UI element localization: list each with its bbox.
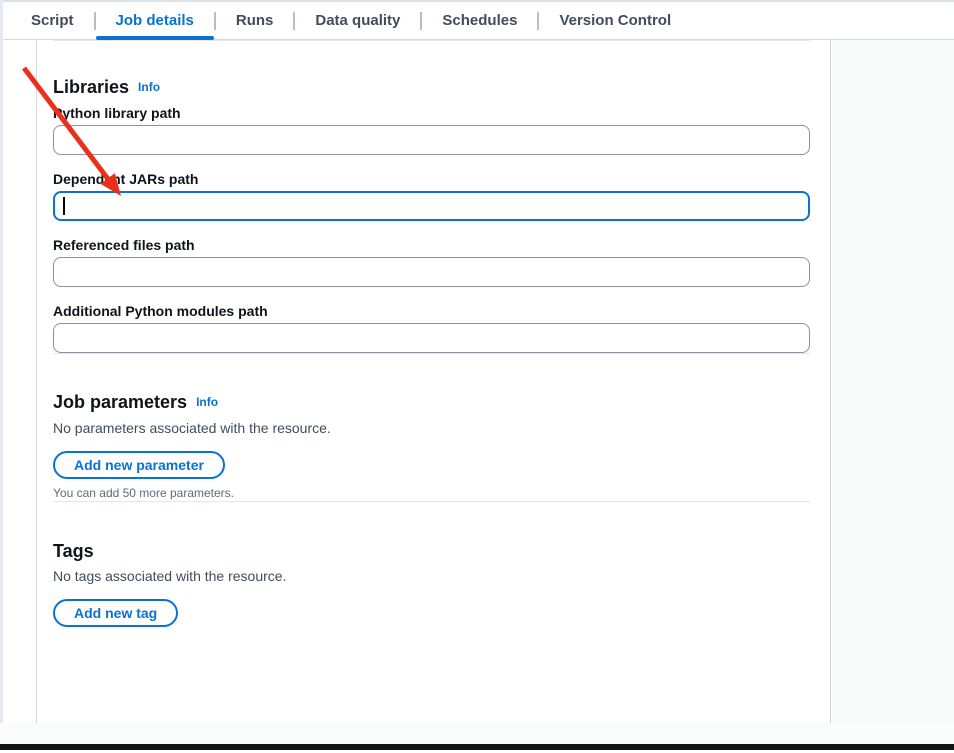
section-divider bbox=[53, 501, 810, 502]
tab-job-details[interactable]: Job details bbox=[96, 2, 214, 39]
job-tabs: Script Job details Runs Data quality Sch… bbox=[3, 2, 954, 40]
tab-data-quality[interactable]: Data quality bbox=[295, 2, 420, 39]
job-parameters-heading: Job parameters Info bbox=[53, 391, 810, 413]
additional-python-modules-path-label: Additional Python modules path bbox=[53, 302, 810, 320]
libraries-heading: Libraries Info bbox=[53, 76, 810, 98]
referenced-files-path-input[interactable] bbox=[53, 257, 810, 287]
job-parameters-empty-text: No parameters associated with the resour… bbox=[53, 418, 810, 438]
job-parameters-info-link[interactable]: Info bbox=[196, 395, 218, 409]
tab-version-control[interactable]: Version Control bbox=[539, 2, 691, 39]
tags-empty-text: No tags associated with the resource. bbox=[53, 566, 810, 586]
window-bottom-bar bbox=[0, 744, 954, 750]
python-library-path-label: Python library path bbox=[53, 104, 810, 122]
job-parameters-title: Job parameters bbox=[53, 392, 187, 412]
dependent-jars-path-label: Dependent JARs path bbox=[53, 170, 810, 188]
dependent-jars-path-input[interactable] bbox=[53, 191, 810, 221]
right-gutter bbox=[832, 40, 954, 723]
footer-strip bbox=[0, 723, 954, 744]
referenced-files-path-label: Referenced files path bbox=[53, 236, 810, 254]
window-left-edge bbox=[0, 0, 3, 744]
python-library-path-input[interactable] bbox=[53, 125, 810, 155]
job-details-panel: Libraries Info Python library path Depend… bbox=[36, 40, 831, 723]
section-divider bbox=[53, 40, 810, 41]
add-new-parameter-button[interactable]: Add new parameter bbox=[53, 451, 225, 479]
tab-script[interactable]: Script bbox=[11, 2, 94, 39]
libraries-title: Libraries bbox=[53, 77, 129, 97]
tab-schedules[interactable]: Schedules bbox=[422, 2, 537, 39]
libraries-info-link[interactable]: Info bbox=[138, 80, 160, 94]
job-parameters-helper-text: You can add 50 more parameters. bbox=[53, 485, 810, 501]
tab-runs[interactable]: Runs bbox=[216, 2, 294, 39]
tags-heading: Tags bbox=[53, 540, 810, 562]
section-divider bbox=[53, 353, 810, 354]
add-new-tag-button[interactable]: Add new tag bbox=[53, 599, 178, 627]
additional-python-modules-path-input[interactable] bbox=[53, 323, 810, 353]
